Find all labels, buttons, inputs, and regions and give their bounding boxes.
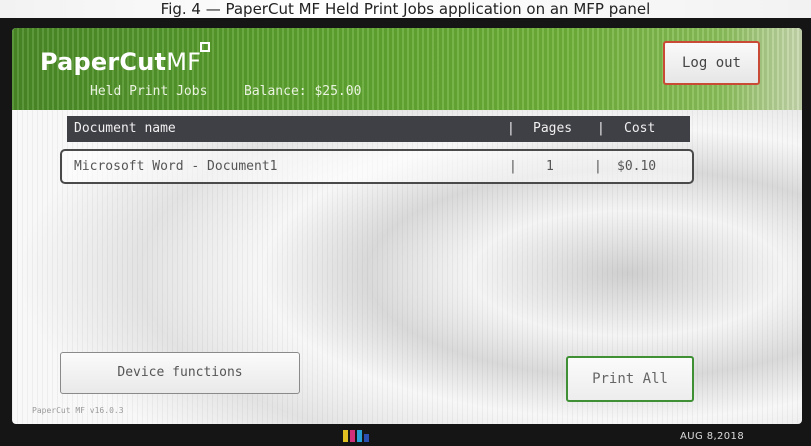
touch-screen: PaperCutMF Held Print Jobs Balance: $25.… [12, 28, 802, 424]
color-bars-icon [343, 430, 377, 442]
jobs-table-header: Document name | Pages | Cost [67, 116, 690, 142]
papercut-logo: PaperCutMF [40, 48, 201, 76]
version-label: PaperCut MF v16.0.3 [32, 406, 124, 415]
logo-text: PaperCut [40, 48, 167, 76]
logout-button[interactable]: Log out [663, 41, 760, 85]
column-header-pages[interactable]: Pages [533, 116, 572, 142]
app-header: PaperCutMF Held Print Jobs Balance: $25.… [12, 28, 802, 110]
logo-suffix: MF [166, 48, 202, 76]
column-header-cost[interactable]: Cost [624, 116, 655, 142]
column-separator: | [597, 121, 605, 136]
cell-separator: | [509, 159, 517, 174]
job-pages: 1 [546, 159, 554, 174]
cell-separator: | [594, 159, 602, 174]
job-document-name: Microsoft Word - Document1 [74, 159, 278, 174]
column-separator: | [507, 121, 515, 136]
status-date: AUG 8,2018 [680, 431, 745, 442]
job-cost: $0.10 [617, 159, 657, 174]
page-title: Held Print Jobs [90, 84, 208, 99]
balance-label: Balance: $25.00 [244, 84, 362, 99]
logo-mark-icon [200, 42, 210, 52]
print-all-button[interactable]: Print All [566, 356, 694, 402]
table-row[interactable]: Microsoft Word - Document1 | 1 | $0.10 [60, 149, 694, 184]
device-functions-button[interactable]: Device functions [60, 352, 300, 394]
column-header-document-name[interactable]: Document name [74, 116, 176, 142]
